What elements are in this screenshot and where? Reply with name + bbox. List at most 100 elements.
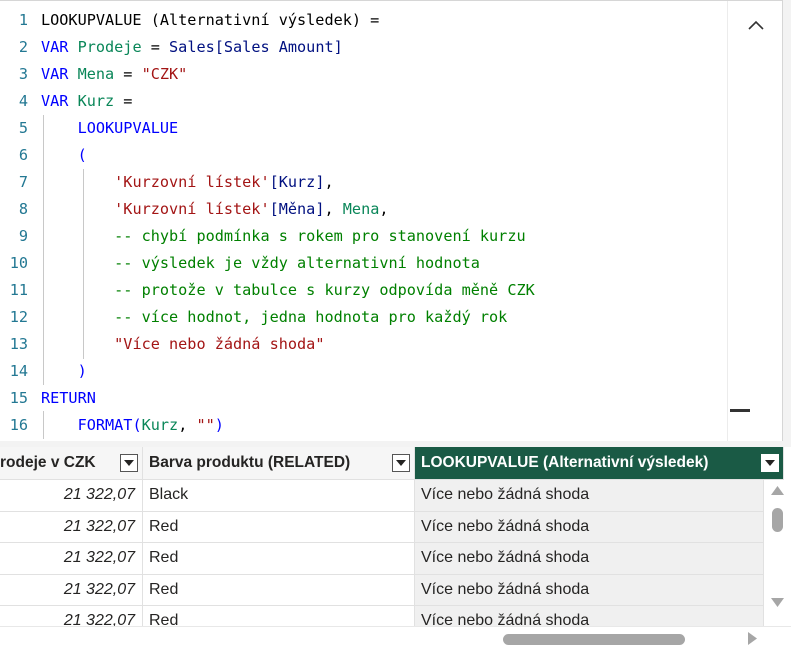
column-filter-dropdown[interactable] [761, 454, 779, 472]
code-line[interactable]: 10 -- výsledek je vždy alternativní hodn… [0, 250, 728, 277]
table-row[interactable]: 21 322,07 Red Více nebo žádná shoda [0, 511, 764, 543]
code-text: LOOKUPVALUE [41, 115, 179, 142]
code-text: VAR Kurz = [41, 88, 132, 115]
code-line[interactable]: 16 FORMAT(Kurz, "") [0, 412, 728, 439]
code-text: 'Kurzovní lístek'[Měna], Mena, [41, 196, 389, 223]
code-text: VAR Mena = "CZK" [41, 61, 187, 88]
table-cell[interactable]: Více nebo žádná shoda [415, 543, 764, 575]
table-cell[interactable]: Red [143, 543, 415, 575]
table-row[interactable]: 21 322,07 Red Více nebo žádná shoda [0, 543, 764, 575]
caret-down-icon [765, 460, 775, 466]
code-token: 'Kurzovní lístek' [114, 200, 270, 218]
scroll-up-icon[interactable] [771, 486, 784, 495]
code-token: 'Kurzovní lístek' [114, 173, 270, 191]
code-line[interactable]: 5 LOOKUPVALUE [0, 115, 728, 142]
table-cell[interactable]: Red [143, 574, 415, 606]
editor-scrollbar[interactable] [727, 1, 782, 443]
column-filter-dropdown[interactable] [120, 454, 138, 472]
code-token: Kurz [77, 92, 115, 110]
code-token: VAR [41, 92, 78, 110]
code-token: RETURN [41, 389, 96, 407]
code-line[interactable]: 3 VAR Mena = "CZK" [0, 61, 728, 88]
indent-guide [83, 169, 84, 359]
code-line[interactable]: 9 -- chybí podmínka s rokem pro stanoven… [0, 223, 728, 250]
code-text: -- více hodnot, jedna hodnota pro každý … [41, 304, 507, 331]
collapse-editor-button[interactable] [746, 15, 766, 35]
code-line[interactable]: 12 -- více hodnot, jedna hodnota pro kaž… [0, 304, 728, 331]
code-token: FORMAT [77, 416, 133, 434]
code-token: ) [214, 416, 224, 434]
scroll-right-icon[interactable] [748, 632, 757, 645]
vertical-scroll-thumb[interactable] [772, 508, 783, 532]
code-token: LOOKUPVALUE [77, 119, 179, 137]
minimap-position-marker [730, 409, 750, 412]
line-number: 8 [18, 200, 28, 218]
code-token: Prodeje [77, 38, 142, 56]
code-text: FORMAT(Kurz, "") [41, 412, 224, 439]
table-cell[interactable]: 21 322,07 [0, 543, 143, 575]
code-token: , [379, 200, 389, 218]
code-token: , [178, 416, 197, 434]
code-token: = [141, 38, 170, 56]
code-token: -- chybí podmínka s rokem pro stanovení … [41, 227, 526, 245]
code-line[interactable]: 4 VAR Kurz = [0, 88, 728, 115]
column-header-prodeje[interactable]: rodeje v CZK [0, 447, 143, 480]
line-number: 2 [18, 38, 28, 56]
code-line[interactable]: 11 -- protože v tabulce s kurzy odpovída… [0, 277, 728, 304]
column-header-barva-produktu[interactable]: Barva produktu (RELATED) [143, 447, 415, 480]
code-token: Sales[Sales Amount] [169, 38, 343, 56]
code-line[interactable]: 15 RETURN [0, 385, 728, 412]
line-number: 3 [18, 65, 28, 83]
table-cell[interactable]: 21 322,07 [0, 480, 143, 512]
code-token: Mena [342, 200, 380, 218]
code-token: , [324, 173, 334, 191]
code-line[interactable]: 14 ) [0, 358, 728, 385]
vertical-scrollbar[interactable] [764, 480, 791, 628]
code-text: VAR Prodeje = Sales[Sales Amount] [41, 34, 343, 61]
code-line[interactable]: 2 VAR Prodeje = Sales[Sales Amount] [0, 34, 728, 61]
table-cell[interactable]: Více nebo žádná shoda [415, 511, 764, 543]
code-line[interactable]: 13 "Více nebo žádná shoda" [0, 331, 728, 358]
horizontal-scroll-thumb[interactable] [503, 634, 685, 645]
code-text: ( [41, 142, 87, 169]
code-token: ( [132, 416, 142, 434]
code-token: LOOKUPVALUE (Alternativní výsledek) = [41, 11, 389, 29]
chevron-up-icon [748, 20, 764, 30]
table-row[interactable]: 21 322,07 Red Více nebo žádná shoda [0, 574, 764, 606]
line-number: 12 [9, 308, 28, 326]
code-line[interactable]: 6 ( [0, 142, 728, 169]
code-token: "" [196, 416, 215, 434]
code-area[interactable]: 1 LOOKUPVALUE (Alternativní výsledek) = 2… [0, 7, 728, 439]
code-line[interactable]: 7 'Kurzovní lístek'[Kurz], [0, 169, 728, 196]
scroll-down-icon[interactable] [771, 598, 784, 607]
line-number: 1 [18, 11, 28, 29]
column-header-label: LOOKUPVALUE (Alternativní výsledek) [421, 454, 709, 471]
code-line[interactable]: 8 'Kurzovní lístek'[Měna], Mena, [0, 196, 728, 223]
code-token: "Více nebo žádná shoda" [114, 335, 325, 353]
table-cell[interactable]: Více nebo žádná shoda [415, 574, 764, 606]
table-cell[interactable]: Black [143, 480, 415, 512]
table-cell[interactable]: 21 322,07 [0, 574, 143, 606]
column-header-label: rodeje v CZK [0, 454, 96, 471]
code-token: Mena [77, 65, 115, 83]
data-table: rodeje v CZK Barva produktu (RELATED) LO… [0, 447, 791, 648]
table-row[interactable]: 21 322,07 Black Více nebo žádná shoda [0, 480, 764, 512]
horizontal-scrollbar[interactable] [0, 626, 791, 648]
line-number: 7 [18, 173, 28, 191]
formula-editor[interactable]: 1 LOOKUPVALUE (Alternativní výsledek) = 2… [0, 0, 783, 444]
column-filter-dropdown[interactable] [392, 454, 410, 472]
code-text: -- výsledek je vždy alternativní hodnota [41, 250, 480, 277]
table-cell[interactable]: Red [143, 511, 415, 543]
code-text: RETURN [41, 385, 96, 412]
table-cell[interactable]: 21 322,07 [0, 511, 143, 543]
code-token: = [114, 65, 142, 83]
table-cell[interactable]: Více nebo žádná shoda [415, 480, 764, 512]
code-line[interactable]: 1 LOOKUPVALUE (Alternativní výsledek) = [0, 7, 728, 34]
column-header-lookupvalue[interactable]: LOOKUPVALUE (Alternativní výsledek) [415, 447, 784, 480]
code-text: -- chybí podmínka s rokem pro stanovení … [41, 223, 526, 250]
line-number: 10 [9, 254, 28, 272]
code-text: -- protože v tabulce s kurzy odpovída mě… [41, 277, 535, 304]
